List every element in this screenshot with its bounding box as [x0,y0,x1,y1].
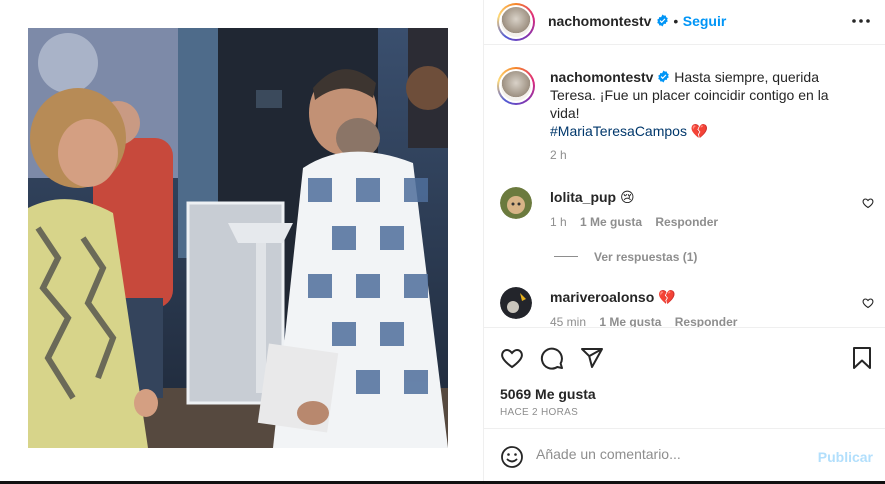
comment-row: lolita_pup 😢 [550,189,635,206]
comment-row: mariveroalonso 💔 [550,289,676,306]
comment-likes[interactable]: 1 Me gusta [580,215,642,229]
comment-avatar[interactable] [500,187,532,219]
follow-button[interactable]: Seguir [683,13,727,29]
comment-time[interactable]: 1 h [550,215,567,229]
caption-emoji: 💔 [690,123,709,139]
post-photo[interactable] [28,28,448,448]
caption-username[interactable]: nachomontestv [550,69,653,85]
comments-scroll-area[interactable]: nachomontestv Hasta siempre, querida Ter… [484,45,885,327]
comment-like-heart-icon[interactable] [862,197,874,209]
author-username[interactable]: nachomontestv [548,13,651,29]
post-details-panel: nachomontestv • Seguir nachomontestv Has… [484,0,885,481]
more-options-icon[interactable] [851,14,871,28]
emoji-icon[interactable] [500,445,524,469]
share-paper-plane-icon[interactable] [580,346,604,370]
caption: nachomontestv Hasta siempre, querida Ter… [550,68,850,140]
post-photo-illustration [28,28,448,448]
caption-timestamp[interactable]: 2 h [550,148,567,162]
verified-badge-icon [657,14,668,27]
comment-username[interactable]: mariveroalonso [550,289,654,305]
reply-button[interactable]: Responder [675,315,738,327]
post-time[interactable]: HACE 2 HORAS [500,407,578,418]
comment-likes[interactable]: 1 Me gusta [599,315,661,327]
comment-time[interactable]: 45 min [550,315,586,327]
add-comment-bar: Publicar [484,428,885,481]
caption-hashtag[interactable]: #MariaTeresaCampos [550,123,687,139]
post-actions: 5069 Me gusta HACE 2 HORAS [484,327,885,427]
separator-dot: • [673,13,679,29]
replies-divider [554,256,578,257]
comment-meta: 1 h 1 Me gusta Responder [550,215,718,229]
comment-bubble-icon[interactable] [540,346,564,370]
post-header: nachomontestv • Seguir [484,0,885,45]
comment-text: 😢 [620,189,635,205]
photo-area [0,0,484,481]
caption-author-avatar[interactable] [497,67,535,105]
comment-username[interactable]: lolita_pup [550,189,616,205]
verified-badge-icon [658,70,670,83]
view-replies-link[interactable]: Ver respuestas (1) [594,250,697,264]
comment-meta: 45 min 1 Me gusta Responder [550,315,737,327]
comment-avatar[interactable] [500,287,532,319]
likes-count[interactable]: 5069 Me gusta [500,386,596,402]
instagram-post-modal: nachomontestv • Seguir nachomontestv Has… [0,0,885,484]
publish-button[interactable]: Publicar [818,449,873,465]
comment-like-heart-icon[interactable] [862,297,874,309]
comment-input[interactable] [536,446,796,462]
reply-button[interactable]: Responder [655,215,718,229]
comment-text: 💔 [658,289,676,305]
like-heart-icon[interactable] [500,346,524,370]
author-avatar[interactable] [497,3,535,41]
save-bookmark-icon[interactable] [851,346,873,370]
